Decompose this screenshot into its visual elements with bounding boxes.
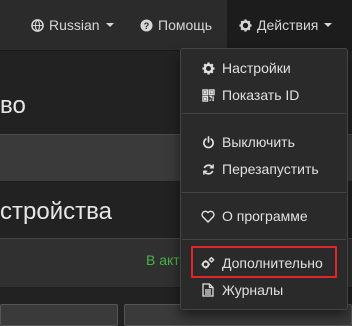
refresh-icon (201, 162, 215, 176)
qr-code-icon (201, 88, 215, 102)
background-button-left[interactable] (0, 304, 118, 326)
menu-divider (182, 113, 346, 114)
gear-icon (201, 61, 215, 75)
menu-item-about[interactable]: О программе (181, 203, 347, 229)
menu-item-label: О программе (222, 208, 308, 224)
chevron-down-icon (105, 23, 114, 27)
menu-item-label: Показать ID (222, 87, 300, 103)
status-text: В акт (146, 252, 180, 268)
menu-item-show-id[interactable]: Показать ID (181, 82, 347, 108)
menu-item-label: Журналы (222, 282, 284, 298)
top-navbar: Russian ? Помощь Действия (0, 0, 352, 51)
page-title-fragment: во (0, 92, 26, 119)
help-label: Помощь (158, 17, 213, 33)
heart-icon (201, 209, 215, 223)
menu-item-logs[interactable]: Журналы (181, 277, 347, 303)
menu-item-shutdown[interactable]: Выключить (181, 129, 347, 155)
menu-item-label: Настройки (222, 60, 291, 76)
actions-dropdown-toggle[interactable]: Действия (227, 0, 352, 50)
menu-divider (182, 192, 346, 193)
globe-icon (31, 18, 44, 32)
document-icon (201, 283, 215, 297)
gear-icon (239, 18, 252, 32)
selection-highlight-box (191, 246, 337, 278)
actions-dropdown-menu: Настройки Показать ID Выключить Перезапу… (180, 48, 348, 310)
actions-label: Действия (257, 17, 319, 33)
chevron-down-icon (324, 23, 333, 27)
help-link[interactable]: ? Помощь (140, 0, 212, 50)
menu-item-label: Выключить (222, 134, 295, 150)
language-dropdown[interactable]: Russian (31, 0, 114, 50)
menu-divider (182, 239, 346, 240)
power-icon (201, 135, 215, 149)
menu-item-settings[interactable]: Настройки (181, 55, 347, 81)
question-circle-icon: ? (140, 18, 153, 32)
svg-text:?: ? (144, 20, 150, 30)
menu-item-restart[interactable]: Перезапустить (181, 156, 347, 182)
menu-item-label: Перезапустить (222, 161, 319, 177)
language-label: Russian (49, 17, 100, 33)
devices-section-title: стройства (0, 198, 112, 225)
